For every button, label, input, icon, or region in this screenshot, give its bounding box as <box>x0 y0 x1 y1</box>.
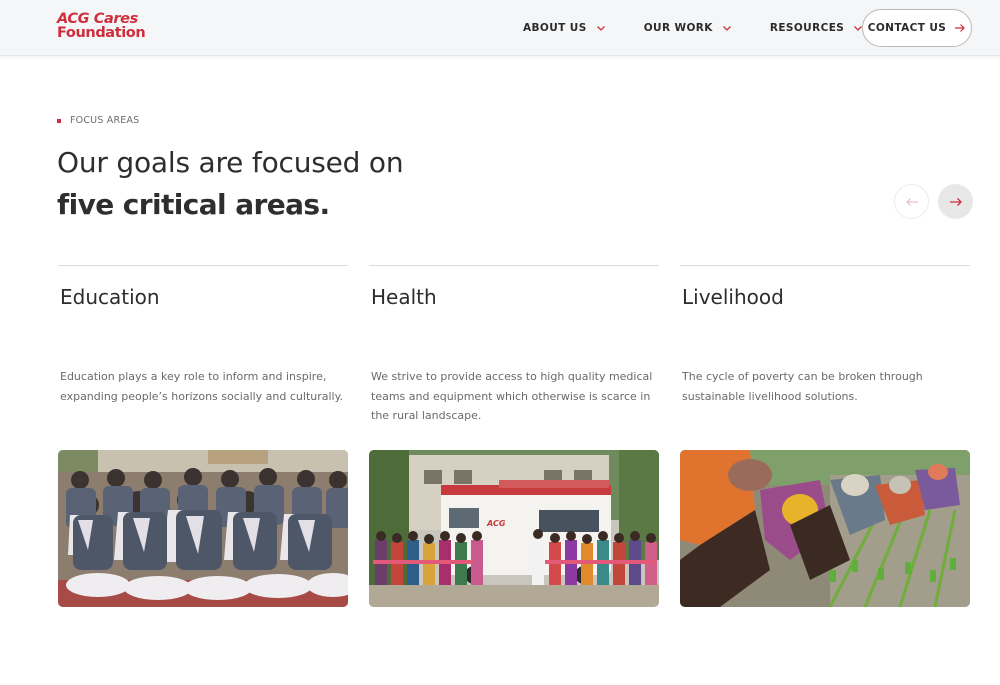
acg-cares-logo[interactable]: ACG Cares Foundation <box>57 11 146 41</box>
arrow-left-icon <box>905 197 918 206</box>
van-logo-text: ACG <box>486 519 506 528</box>
card-divider <box>369 265 659 266</box>
focus-card-health[interactable]: Health We strive to provide access to hi… <box>369 265 659 607</box>
logo-line-2: Foundation <box>57 25 146 41</box>
focus-card-education[interactable]: Education Education plays a key role to … <box>58 265 348 607</box>
education-photo[interactable] <box>58 450 348 607</box>
main-nav: ABOUT US OUR WORK RESOURCES <box>523 20 901 36</box>
card-divider <box>58 265 348 266</box>
section-headline-line-1: Our goals are focused on <box>57 146 404 179</box>
chevron-down-icon <box>596 26 605 31</box>
chevron-down-icon <box>722 26 731 31</box>
card-description: Education plays a key role to inform and… <box>60 370 344 403</box>
nav-item-our-work[interactable]: OUR WORK <box>644 22 732 34</box>
contact-us-button[interactable]: CONTACT US <box>862 9 972 47</box>
card-title: Education <box>60 285 160 309</box>
health-photo[interactable]: ACG <box>369 450 659 607</box>
section-eyebrow: FOCUS AREAS <box>57 115 139 126</box>
livelihood-photo[interactable] <box>680 450 970 607</box>
logo-line-1: ACG Cares <box>57 11 138 27</box>
nav-item-about-us[interactable]: ABOUT US <box>523 22 606 34</box>
nav-label: RESOURCES <box>769 22 845 34</box>
eyebrow-marker <box>57 118 61 123</box>
card-divider <box>680 265 970 266</box>
eyebrow-label: FOCUS AREAS <box>70 115 140 126</box>
arrow-right-icon <box>955 24 966 32</box>
arrow-right-icon <box>949 197 962 206</box>
section-headline-line-2: five critical areas. <box>57 188 330 221</box>
mobile-medical-van-group-photo: ACG <box>369 450 659 607</box>
card-title: Health <box>371 285 437 309</box>
focus-card-livelihood[interactable]: Livelihood The cycle of poverty can be b… <box>680 265 970 607</box>
women-planting-rice-field-photo <box>680 450 970 607</box>
contact-us-label: CONTACT US <box>867 22 947 34</box>
students-seated-in-uniform-photo <box>58 450 348 607</box>
carousel-prev-button[interactable] <box>894 184 929 219</box>
nav-label: ABOUT US <box>523 22 587 34</box>
carousel-next-button[interactable] <box>938 184 973 219</box>
nav-label: OUR WORK <box>643 22 713 34</box>
nav-item-resources[interactable]: RESOURCES <box>770 22 863 34</box>
card-description: We strive to provide access to high qual… <box>371 370 653 422</box>
card-description: The cycle of poverty can be broken throu… <box>682 370 923 403</box>
card-title: Livelihood <box>682 285 784 309</box>
site-header: ACG Cares Foundation ABOUT US OUR WORK R… <box>0 0 1000 56</box>
